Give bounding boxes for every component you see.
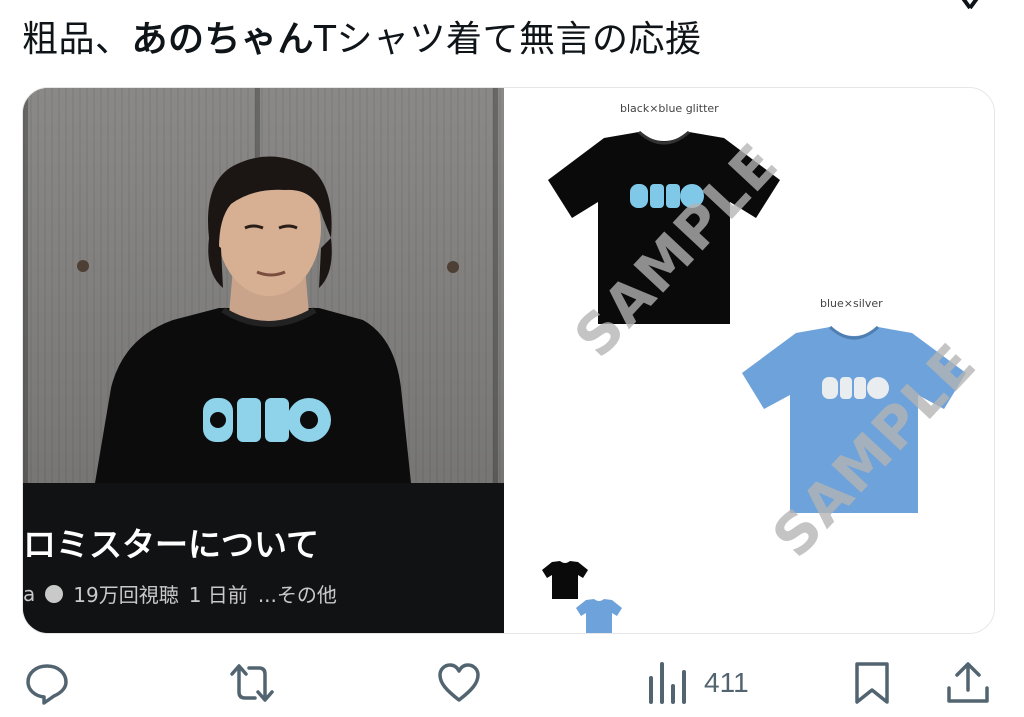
post-text: 粗品、あのちゃんTシャツ着て無言の応援 xyxy=(22,18,702,62)
more-link[interactable]: ...その他 xyxy=(258,579,337,608)
reply-button[interactable] xyxy=(24,660,70,706)
verified-check-icon xyxy=(45,584,64,603)
video-title: ロミスターについて xyxy=(23,525,320,564)
bookmark-button[interactable] xyxy=(849,660,895,706)
analytics-icon xyxy=(649,662,686,704)
heart-icon xyxy=(438,663,480,702)
blue-shirt-label: blue×silver xyxy=(820,297,883,310)
share-button[interactable] xyxy=(945,660,991,706)
retweet-button[interactable] xyxy=(229,660,275,706)
channel-name: a xyxy=(23,581,36,606)
retweet-icon xyxy=(230,664,274,702)
media-attachment[interactable]: ロミスターについて a 19万回視聴 1 日前 ...その他 black×blu… xyxy=(22,87,995,634)
post-text-part2: Tシャツ着て無言の応援 xyxy=(314,19,702,60)
view-count: 19万回視聴 xyxy=(73,583,179,607)
share-icon xyxy=(947,662,989,703)
post-text-part1: 粗品、 xyxy=(22,19,132,60)
person-image xyxy=(95,156,411,483)
time-ago: 1 日前 xyxy=(188,583,248,607)
product-image[interactable]: black×blue glitter blue×silver SAMPLE SA xyxy=(504,88,994,633)
video-meta: a 19万回視聴 1 日前 ...その他 xyxy=(23,579,337,608)
bookmark-icon xyxy=(855,662,889,704)
tweet-action-bar: 411 xyxy=(0,650,1024,717)
views-button[interactable]: 411 xyxy=(646,660,749,706)
like-button[interactable] xyxy=(436,660,482,706)
post-text-bold: あのちゃん xyxy=(131,19,315,60)
views-count: 411 xyxy=(704,667,749,698)
video-thumbnail[interactable]: ロミスターについて a 19万回視聴 1 日前 ...その他 xyxy=(23,88,504,633)
reply-icon xyxy=(26,664,68,705)
close-icon[interactable] xyxy=(950,0,994,14)
mini-black-shirt xyxy=(542,561,588,599)
black-shirt-label: black×blue glitter xyxy=(620,102,719,115)
mini-blue-shirt xyxy=(576,599,622,633)
